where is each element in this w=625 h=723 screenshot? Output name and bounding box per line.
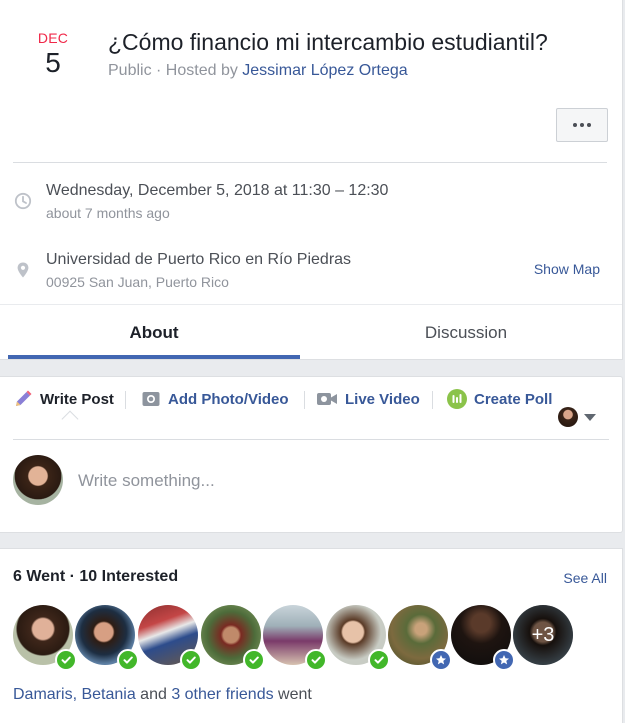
interested-star-icon bbox=[493, 649, 515, 671]
event-time: Wednesday, December 5, 2018 at 11:30 – 1… bbox=[46, 182, 389, 199]
composer-avatar bbox=[13, 455, 63, 505]
event-location[interactable]: Universidad de Puerto Rico en Río Piedra… bbox=[46, 250, 351, 270]
add-photo-video-label: Add Photo/Video bbox=[168, 390, 289, 408]
poll-icon bbox=[447, 389, 467, 409]
event-subtitle: Public · Hosted by Jessimar López Ortega bbox=[108, 61, 408, 81]
tab-about[interactable]: About bbox=[8, 305, 300, 361]
went-check-icon bbox=[117, 649, 139, 671]
guest-avatar[interactable] bbox=[13, 605, 77, 671]
friend-names-link[interactable]: Damaris, Betania bbox=[13, 686, 136, 703]
write-post-tab[interactable]: Write Post bbox=[13, 388, 114, 410]
event-title: ¿Cómo financio mi intercambio estudianti… bbox=[108, 29, 548, 55]
active-tab-indicator bbox=[8, 355, 300, 359]
map-pin-icon bbox=[17, 262, 29, 278]
add-photo-video-tab[interactable]: Add Photo/Video bbox=[141, 388, 289, 410]
friends-and: and bbox=[135, 686, 172, 703]
create-poll-label: Create Poll bbox=[474, 390, 553, 408]
went-check-icon bbox=[305, 649, 327, 671]
camera-icon bbox=[142, 392, 160, 406]
action-separator bbox=[432, 391, 433, 409]
event-address: 00925 San Juan, Puerto Rico bbox=[46, 274, 229, 290]
went-check-icon bbox=[368, 649, 390, 671]
clock-icon bbox=[14, 192, 32, 210]
event-privacy: Public bbox=[108, 62, 152, 79]
chevron-down-icon bbox=[584, 413, 596, 421]
event-header-card: DEC 5 ¿Cómo financio mi intercambio estu… bbox=[0, 0, 623, 360]
event-time-relative: about 7 months ago bbox=[46, 205, 170, 221]
pencil-icon bbox=[16, 390, 32, 406]
guest-avatar[interactable] bbox=[75, 605, 139, 671]
tab-discussion[interactable]: Discussion bbox=[320, 305, 612, 361]
video-camera-icon bbox=[317, 393, 337, 405]
action-separator bbox=[125, 391, 126, 409]
guest-avatar[interactable] bbox=[388, 605, 452, 671]
guest-avatar[interactable] bbox=[326, 605, 390, 671]
guests-card: 6 Went · 10 Interested See All +3 Damari… bbox=[0, 548, 623, 723]
composer-actions: Write Post Add Photo/Video Live Video Cr… bbox=[0, 377, 622, 427]
more-guests-count: +3 bbox=[513, 605, 573, 665]
more-options-button[interactable] bbox=[556, 108, 608, 142]
live-video-label: Live Video bbox=[345, 390, 420, 408]
friends-went-text: Damaris, Betania and 3 other friends wen… bbox=[13, 686, 312, 704]
create-poll-tab[interactable]: Create Poll bbox=[447, 388, 552, 410]
show-map-link[interactable]: Show Map bbox=[534, 261, 600, 277]
event-day: 5 bbox=[45, 47, 61, 78]
write-post-label: Write Post bbox=[40, 390, 114, 408]
interested-star-icon bbox=[430, 649, 452, 671]
event-date-block: DEC 5 bbox=[22, 29, 84, 79]
guest-avatar[interactable] bbox=[201, 605, 265, 671]
guest-avatar[interactable] bbox=[263, 605, 327, 671]
post-as-selector[interactable] bbox=[558, 407, 596, 427]
action-separator bbox=[304, 391, 305, 409]
header-divider bbox=[13, 162, 607, 163]
poster-avatar bbox=[558, 407, 578, 427]
hosted-by-prefix: · Hosted by bbox=[151, 62, 243, 79]
live-video-tab[interactable]: Live Video bbox=[316, 388, 420, 410]
guest-avatar[interactable] bbox=[138, 605, 202, 671]
guest-counts: 6 Went · 10 Interested bbox=[13, 568, 179, 585]
ellipsis-icon bbox=[573, 123, 577, 127]
event-month: DEC bbox=[37, 30, 69, 46]
ellipsis-dot bbox=[580, 123, 584, 127]
went-check-icon bbox=[55, 649, 77, 671]
went-check-icon bbox=[243, 649, 265, 671]
other-friends-link[interactable]: 3 other friends bbox=[171, 686, 273, 703]
more-guests-button[interactable]: +3 bbox=[513, 605, 573, 665]
went-check-icon bbox=[180, 649, 202, 671]
composer-divider bbox=[13, 439, 609, 440]
ellipsis-dot bbox=[587, 123, 591, 127]
write-something-input[interactable] bbox=[78, 467, 598, 495]
host-link[interactable]: Jessimar López Ortega bbox=[242, 62, 407, 79]
post-composer: Write Post Add Photo/Video Live Video Cr… bbox=[0, 376, 623, 533]
guest-avatar[interactable] bbox=[451, 605, 515, 671]
friends-went-suffix: went bbox=[273, 686, 312, 703]
event-tabs: About Discussion bbox=[0, 304, 622, 360]
see-all-link[interactable]: See All bbox=[563, 570, 607, 586]
